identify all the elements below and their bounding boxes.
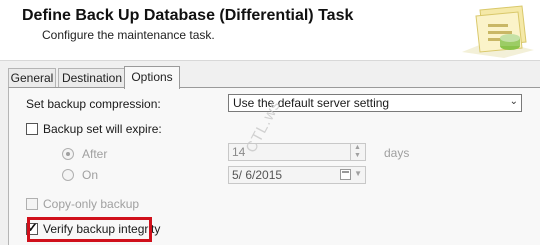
copy-only-checkbox[interactable]: [26, 198, 38, 210]
tab-general[interactable]: General: [8, 68, 56, 87]
after-radio[interactable]: [62, 148, 74, 160]
on-radio[interactable]: [62, 169, 74, 181]
days-unit-label: days: [384, 146, 410, 160]
copy-only-label: Copy-only backup: [43, 197, 140, 211]
highlight-box: [27, 217, 152, 242]
expire-checkbox[interactable]: [26, 123, 38, 135]
tab-options[interactable]: Options: [124, 66, 180, 89]
task-illustration-icon: [452, 2, 538, 58]
after-label: After: [82, 147, 108, 161]
dialog-title: Define Back Up Database (Differential) T…: [22, 7, 354, 24]
date-value: 5/ 6/2015: [232, 168, 283, 182]
chevron-down-icon[interactable]: ▼: [354, 169, 362, 178]
expire-label: Backup set will expire:: [43, 122, 162, 136]
compression-label: Set backup compression:: [26, 97, 161, 111]
tab-strip: General Destination Options: [8, 66, 540, 89]
compression-value: Use the default server setting: [233, 96, 390, 110]
spin-up-icon[interactable]: ▲: [354, 144, 361, 151]
tab-destination[interactable]: Destination: [58, 68, 126, 87]
expire-date-picker[interactable]: 5/ 6/2015 ▼: [228, 166, 366, 184]
on-label: On: [82, 168, 99, 182]
spin-down-icon[interactable]: ▼: [354, 152, 361, 159]
dialog-subtitle: Configure the maintenance task.: [42, 28, 215, 42]
calendar-icon[interactable]: [340, 169, 351, 180]
dialog-header: Define Back Up Database (Differential) T…: [0, 0, 540, 61]
chevron-down-icon: ⌄: [509, 96, 518, 107]
